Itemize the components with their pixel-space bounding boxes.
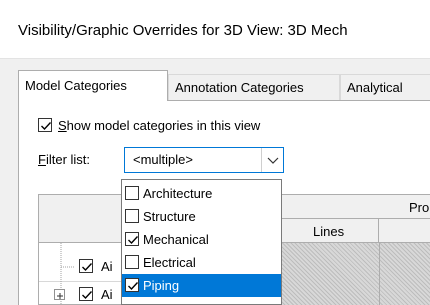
row-visibility-checkbox[interactable] xyxy=(79,259,93,273)
list-item-architecture[interactable]: Architecture xyxy=(122,182,281,205)
item-checkbox[interactable] xyxy=(125,232,139,246)
tab-model-categories[interactable]: Model Categories xyxy=(18,70,168,101)
window-title: Visibility/Graphic Overrides for 3D View… xyxy=(18,22,348,39)
grid-header-lines: Lines xyxy=(281,219,379,243)
label-text: ilter list: xyxy=(45,152,91,167)
item-label: Mechanical xyxy=(143,232,209,247)
item-label: Electrical xyxy=(143,255,196,270)
chevron-down-icon xyxy=(267,157,279,164)
grid-header-group: Pro xyxy=(281,195,430,219)
check-icon xyxy=(82,291,93,300)
check-icon xyxy=(128,236,139,245)
tab-analytical[interactable]: Analytical xyxy=(340,74,430,100)
item-label: Structure xyxy=(143,209,196,224)
grid-header-group-label: Pro xyxy=(409,200,430,215)
tab-annotation-categories[interactable]: Annotation Categories xyxy=(168,74,340,100)
grid-hatched-cells xyxy=(281,243,430,305)
grid-header-extra xyxy=(379,219,430,243)
expand-icon[interactable] xyxy=(54,289,65,300)
check-icon xyxy=(41,122,52,131)
filter-dropdown-list: Architecture Structure Mechanical Electr… xyxy=(121,179,282,305)
list-item-mechanical[interactable]: Mechanical xyxy=(122,228,281,251)
row-label: Ai xyxy=(101,259,113,274)
item-label: Architecture xyxy=(143,186,213,201)
show-categories-checkbox[interactable] xyxy=(38,118,52,132)
filter-list-value: <multiple> xyxy=(133,152,193,167)
row-label: Ai xyxy=(101,287,113,302)
check-icon xyxy=(82,263,93,272)
plus-icon xyxy=(57,293,63,299)
filter-list-combobox[interactable]: <multiple> xyxy=(124,147,284,173)
row-visibility-checkbox[interactable] xyxy=(79,287,93,301)
tab-label: Analytical xyxy=(347,80,403,95)
list-item-piping[interactable]: Piping xyxy=(122,274,281,297)
item-checkbox[interactable] xyxy=(125,186,139,200)
check-icon xyxy=(128,282,139,291)
list-item-electrical[interactable]: Electrical xyxy=(122,251,281,274)
mnemonic-letter: S xyxy=(58,118,67,133)
item-checkbox[interactable] xyxy=(125,278,139,292)
grid-divider xyxy=(379,243,380,305)
tab-label: Model Categories xyxy=(25,78,127,93)
label-text: how model categories in this view xyxy=(66,118,261,133)
mnemonic-letter: F xyxy=(38,152,46,167)
dropdown-button[interactable] xyxy=(261,148,283,172)
grid-header-lines-label: Lines xyxy=(313,224,345,239)
item-checkbox[interactable] xyxy=(125,209,139,223)
tab-label: Annotation Categories xyxy=(175,80,304,95)
list-item-structure[interactable]: Structure xyxy=(122,205,281,228)
show-categories-label[interactable]: Show model categories in this view xyxy=(58,118,260,133)
item-checkbox[interactable] xyxy=(125,255,139,269)
item-label: Piping xyxy=(143,278,180,293)
filter-list-label: Filter list: xyxy=(38,152,90,167)
